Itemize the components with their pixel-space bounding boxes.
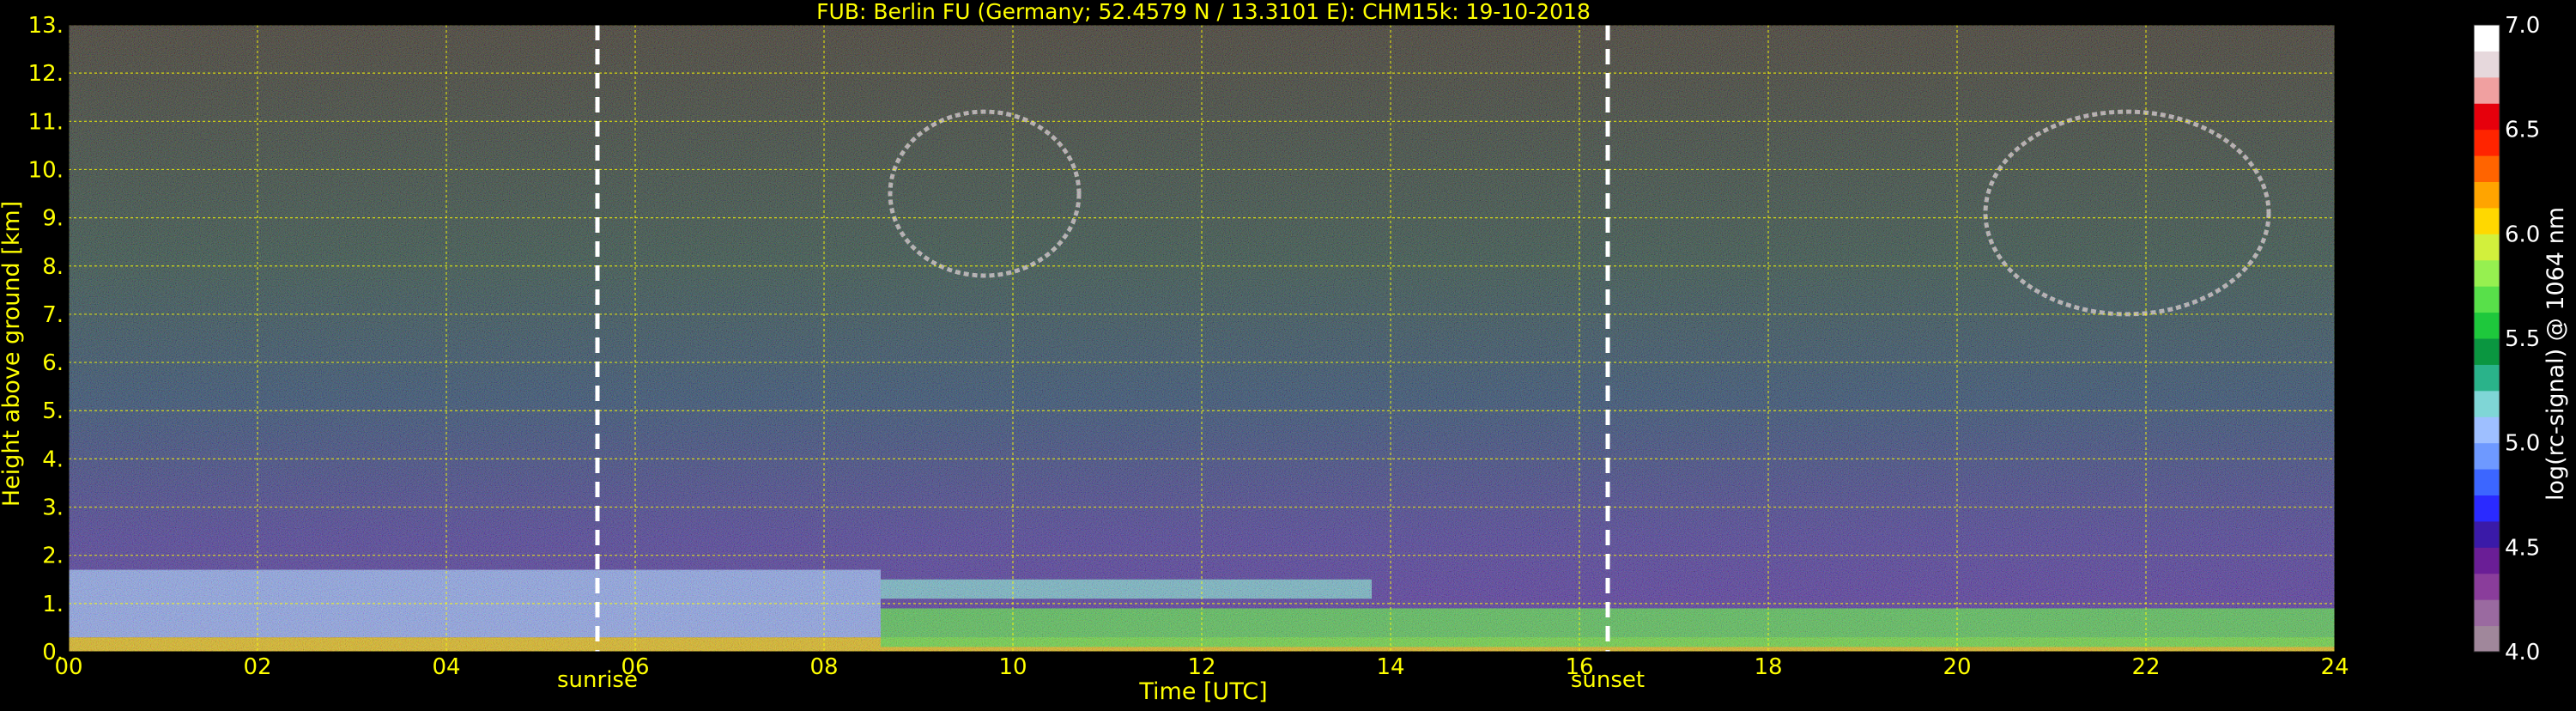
colorbar-swatch [2474, 286, 2500, 313]
colorbar-swatch [2474, 103, 2500, 131]
colorbar-swatch [2474, 155, 2500, 182]
y-tick-label: 2. [42, 544, 64, 569]
x-tick-label: 22 [2131, 654, 2160, 680]
y-tick-label: 13. [28, 13, 64, 39]
y-tick-label: 0. [42, 640, 64, 665]
colorbar-swatch [2474, 25, 2500, 52]
y-tick-label: 10. [28, 157, 64, 183]
colorbar-swatch [2474, 259, 2500, 287]
sunrise-label: sunrise [557, 667, 638, 693]
colorbar: 4.0 4.5 5.0 5.5 6.0 6.5 7.0 log(rc-signal) @ 1… [2473, 13, 2569, 665]
colorbar-swatch [2474, 573, 2500, 600]
lidar-chart: FUB: Berlin FU (Germany; 52.4579 N / 13.… [0, 0, 2576, 708]
x-tick-label: 14 [1376, 654, 1404, 680]
plot-area [69, 25, 2335, 652]
colorbar-label: log(rc-signal) @ 1064 nm [2543, 207, 2569, 501]
colorbar-swatch [2474, 207, 2500, 234]
y-tick-label: 7. [42, 302, 64, 328]
x-axis-label: Time [UTC] [1138, 678, 1267, 705]
chart-title: FUB: Berlin FU (Germany; 52.4579 N / 13.… [816, 0, 1591, 24]
colorbar-swatch [2474, 76, 2500, 104]
colorbar-swatch [2474, 234, 2500, 261]
colorbar-tick-label: 5.0 [2505, 431, 2540, 457]
colorbar-tick-label: 6.5 [2505, 118, 2540, 143]
y-tick-label: 9. [42, 206, 64, 232]
x-tick-label: 20 [1943, 654, 1971, 680]
chart-svg: FUB: Berlin FU (Germany; 52.4579 N / 13.… [0, 0, 2569, 705]
y-axis-label: Height above ground [km] [0, 201, 25, 507]
y-tick-label: 11. [28, 109, 64, 135]
sunset-label: sunset [1571, 667, 1645, 693]
sun-marker-labels: sunrise sunset [557, 667, 1645, 693]
colorbar-tick-label: 7.0 [2505, 13, 2540, 39]
colorbar-tick-label: 6.0 [2505, 222, 2540, 247]
colorbar-swatch [2474, 312, 2500, 339]
colorbar-swatch [2474, 547, 2500, 574]
y-tick-label: 5. [42, 398, 64, 424]
y-tick-label: 4. [42, 447, 64, 472]
colorbar-swatch [2474, 129, 2500, 156]
colorbar-tick-labels: 4.0 4.5 5.0 5.5 6.0 6.5 7.0 [2505, 13, 2540, 665]
y-tick-label: 3. [42, 495, 64, 521]
colorbar-swatch [2474, 599, 2500, 627]
colorbar-swatch [2474, 181, 2500, 209]
x-tick-label: 08 [809, 654, 838, 680]
colorbar-tick-label: 4.0 [2505, 640, 2540, 665]
x-tick-label: 18 [1754, 654, 1782, 680]
colorbar-swatch [2474, 495, 2500, 522]
x-tick-label: 10 [998, 654, 1027, 680]
colorbar-swatches [2474, 25, 2500, 653]
colorbar-swatch [2474, 442, 2500, 470]
y-tick-label: 12. [28, 61, 64, 87]
x-tick-label: 24 [2320, 654, 2349, 680]
y-tick-label: 1. [42, 592, 64, 617]
colorbar-swatch [2474, 625, 2500, 653]
x-tick-label: 04 [432, 654, 460, 680]
y-tick-labels: 0. 1. 2. 3. 4. 5. 6. 7. 8. 9. 10. 11. 12. 13. [28, 13, 64, 665]
x-tick-label: 12 [1187, 654, 1215, 680]
colorbar-swatch [2474, 338, 2500, 365]
colorbar-swatch [2474, 364, 2500, 392]
colorbar-swatch [2474, 469, 2500, 495]
colorbar-swatch [2474, 416, 2500, 444]
colorbar-swatch [2474, 520, 2500, 548]
y-tick-label: 6. [42, 350, 64, 376]
x-tick-label: 02 [243, 654, 271, 680]
colorbar-swatch [2474, 390, 2500, 417]
x-tick-labels: 00 02 04 06 08 10 12 14 16 18 20 22 24 [54, 654, 2349, 680]
colorbar-tick-label: 5.5 [2505, 326, 2540, 352]
colorbar-swatch [2474, 51, 2500, 78]
y-tick-label: 8. [42, 254, 64, 280]
colorbar-tick-label: 4.5 [2505, 535, 2540, 561]
